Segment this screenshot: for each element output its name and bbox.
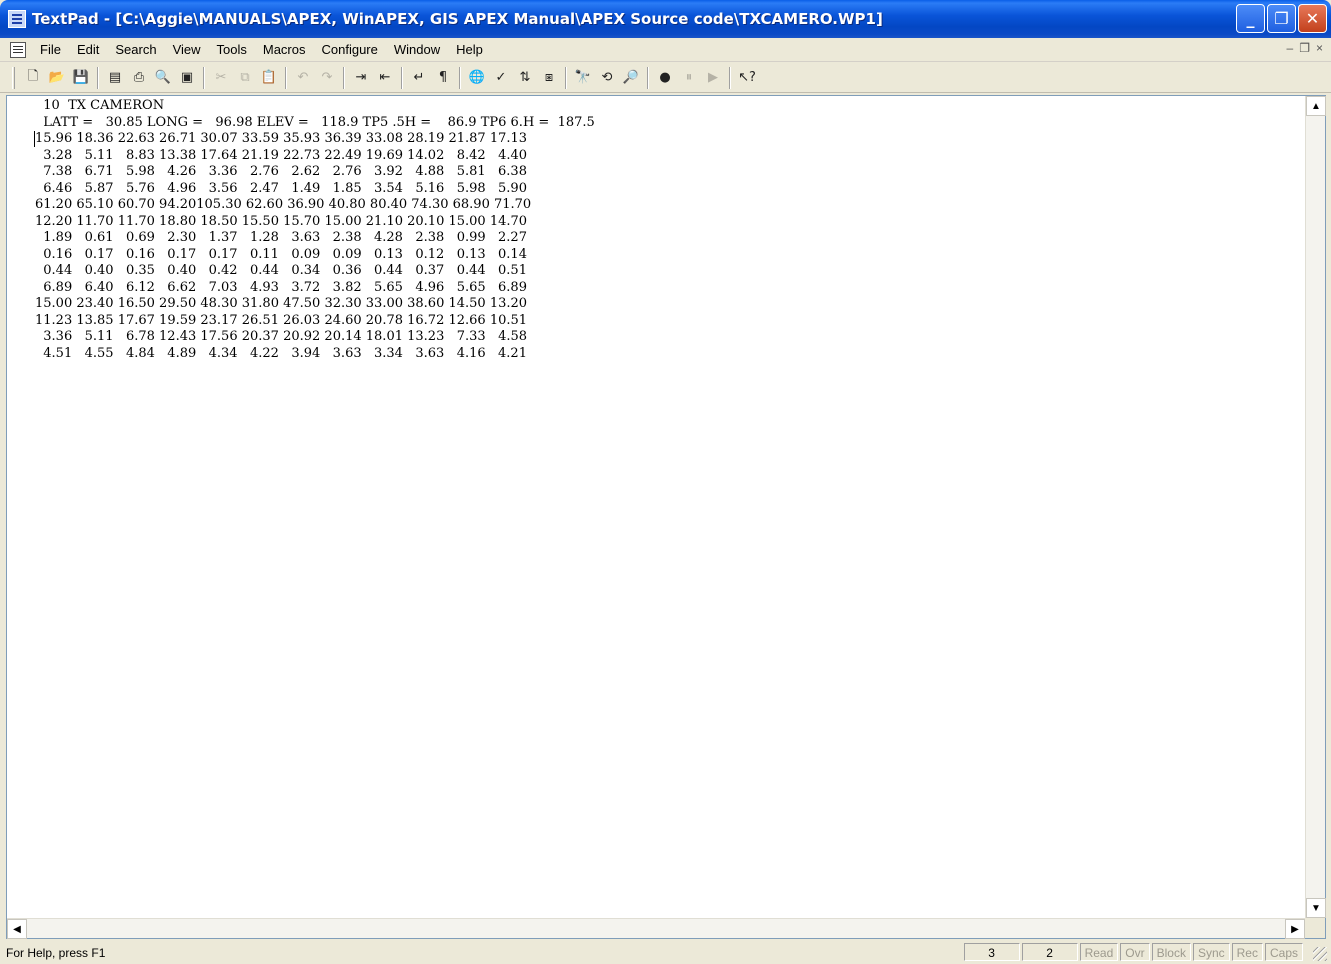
copy-icon[interactable]: ⧉ bbox=[234, 67, 256, 89]
web-browser-icon[interactable]: 🌐 bbox=[466, 67, 488, 89]
toolbar-grip[interactable] bbox=[12, 66, 15, 89]
toolbar-separator bbox=[203, 66, 205, 89]
toolbar-separator bbox=[343, 66, 345, 89]
status-overwrite-flag: Ovr bbox=[1120, 943, 1150, 961]
text-editor[interactable]: 10 TX CAMERON LATT = 30.85 LONG = 96.98 … bbox=[7, 96, 1305, 918]
redo-icon[interactable]: ↷ bbox=[316, 67, 338, 89]
status-column-number: 2 bbox=[1021, 943, 1078, 961]
doc-restore-button[interactable]: ❐ bbox=[1299, 41, 1310, 55]
toolbar: 🗋 📂 💾 ▤ ⎙ 🔍 ▣ ✂ ⧉ 📋 ↶ ↷ ⇥ ⇤ ↵ ¶ 🌐 ✓ ⇅ ⧆ 🔭 ⟲ 🔎 ● ⏸ ▶ ↖? bbox=[0, 63, 1331, 93]
toolbar-separator bbox=[97, 66, 99, 89]
toolbar-separator bbox=[729, 66, 731, 89]
find-icon[interactable]: 🔭 bbox=[572, 67, 594, 89]
find-in-files-icon[interactable]: 🔎 bbox=[620, 67, 642, 89]
paste-icon[interactable]: 📋 bbox=[258, 67, 280, 89]
editor-line: 0.44 0.40 0.35 0.40 0.42 0.44 0.34 0.36 … bbox=[35, 263, 527, 278]
play-macro-icon[interactable]: ▶ bbox=[702, 67, 724, 89]
editor-line: 6.46 5.87 5.76 4.96 3.56 2.47 1.49 1.85 … bbox=[35, 180, 527, 196]
textpad-app-icon[interactable] bbox=[8, 10, 26, 28]
scrollbar-corner bbox=[1305, 918, 1325, 938]
compare-icon[interactable]: ⧆ bbox=[538, 67, 560, 89]
status-record-flag: Rec bbox=[1231, 943, 1263, 961]
menu-edit[interactable]: Edit bbox=[69, 40, 107, 60]
open-file-icon[interactable]: 📂 bbox=[46, 67, 68, 89]
status-block-flag: Block bbox=[1151, 943, 1191, 961]
status-bar: For Help, press F1 3 2 Read Ovr Block Sy… bbox=[0, 941, 1331, 964]
print-icon[interactable]: ⎙ bbox=[128, 67, 150, 89]
toolbar-separator bbox=[401, 66, 403, 89]
editor-line: 0.16 0.17 0.16 0.17 0.17 0.11 0.09 0.09 … bbox=[35, 246, 527, 262]
editor-line: 15.00 23.40 16.50 29.50 48.30 31.80 47.5… bbox=[35, 296, 528, 311]
page-setup-icon[interactable]: ▣ bbox=[176, 67, 198, 89]
editor-frame: 10 TX CAMERON LATT = 30.85 LONG = 96.98 … bbox=[6, 95, 1326, 939]
editor-line: 10 TX CAMERON bbox=[35, 98, 165, 113]
scroll-left-button[interactable]: ◀ bbox=[7, 919, 27, 939]
editor-line: 6.89 6.40 6.12 6.62 7.03 4.93 3.72 3.82 … bbox=[35, 279, 527, 295]
new-file-icon[interactable]: 🗋 bbox=[22, 67, 44, 89]
undo-icon[interactable]: ↶ bbox=[292, 67, 314, 89]
window-controls: _ ❐ ✕ bbox=[1236, 4, 1327, 33]
print-preview-icon[interactable]: 🔍 bbox=[152, 67, 174, 89]
doc-close-button[interactable]: × bbox=[1316, 41, 1323, 55]
spelling-icon[interactable]: ✓ bbox=[490, 67, 512, 89]
menu-help[interactable]: Help bbox=[448, 40, 491, 60]
scroll-down-button[interactable]: ▼ bbox=[1306, 898, 1326, 918]
doc-minimize-button[interactable]: – bbox=[1287, 41, 1294, 55]
save-all-icon[interactable]: ▤ bbox=[104, 67, 126, 89]
editor-line: 11.23 13.85 17.67 19.59 23.17 26.51 26.0… bbox=[35, 312, 528, 328]
toolbar-separator bbox=[285, 66, 287, 89]
menu-tools[interactable]: Tools bbox=[209, 40, 255, 60]
text-cursor bbox=[34, 131, 35, 147]
editor-line: 7.38 6.71 5.98 4.26 3.36 2.76 2.62 2.76 … bbox=[35, 164, 527, 179]
menu-window[interactable]: Window bbox=[386, 40, 448, 60]
minimize-button[interactable]: _ bbox=[1236, 4, 1265, 33]
replace-icon[interactable]: ⟲ bbox=[596, 67, 618, 89]
save-icon[interactable]: 💾 bbox=[70, 67, 92, 89]
title-bar[interactable]: TextPad - [C:\Aggie\MANUALS\APEX, WinAPE… bbox=[0, 0, 1331, 38]
editor-line: 12.20 11.70 11.70 18.80 18.50 15.50 15.7… bbox=[35, 213, 528, 229]
editor-line: 4.51 4.55 4.84 4.89 4.34 4.22 3.94 3.63 … bbox=[35, 345, 527, 361]
status-panes: 3 2 Read Ovr Block Sync Rec Caps bbox=[963, 943, 1303, 961]
menu-file[interactable]: File bbox=[32, 40, 69, 60]
vertical-scrollbar[interactable]: ▲ ▼ bbox=[1305, 96, 1326, 918]
scroll-right-button[interactable]: ▶ bbox=[1285, 919, 1305, 939]
menu-view[interactable]: View bbox=[165, 40, 209, 60]
status-read-flag: Read bbox=[1079, 943, 1119, 961]
editor-line: 61.20 65.10 60.70 94.20105.30 62.60 36.9… bbox=[35, 197, 532, 212]
editor-line: 3.36 5.11 6.78 12.43 17.56 20.37 20.92 2… bbox=[35, 329, 528, 344]
editor-line: 3.28 5.11 8.83 13.38 17.64 21.19 22.73 2… bbox=[35, 147, 528, 163]
toolbar-separator bbox=[459, 66, 461, 89]
context-help-icon[interactable]: ↖? bbox=[736, 67, 758, 89]
editor-line: 1.89 0.61 0.69 2.30 1.37 1.28 3.63 2.38 … bbox=[35, 230, 527, 245]
close-button[interactable]: ✕ bbox=[1298, 4, 1327, 33]
status-help-text: For Help, press F1 bbox=[6, 945, 106, 960]
resize-grip[interactable] bbox=[1313, 947, 1327, 961]
document-icon[interactable] bbox=[10, 41, 26, 58]
horizontal-scrollbar[interactable]: ◀ ▶ bbox=[7, 918, 1305, 939]
sort-icon[interactable]: ⇅ bbox=[514, 67, 536, 89]
editor-line: LATT = 30.85 LONG = 96.98 ELEV = 118.9 T… bbox=[35, 114, 595, 130]
scroll-up-button[interactable]: ▲ bbox=[1306, 96, 1326, 116]
pause-macro-icon[interactable]: ⏸ bbox=[678, 67, 700, 89]
record-macro-icon[interactable]: ● bbox=[654, 67, 676, 89]
indent-icon[interactable]: ⇥ bbox=[350, 67, 372, 89]
cut-icon[interactable]: ✂ bbox=[210, 67, 232, 89]
status-sync-flag: Sync bbox=[1192, 943, 1230, 961]
editor-line: 15.96 18.36 22.63 26.71 30.07 33.59 35.9… bbox=[35, 131, 528, 146]
maximize-button[interactable]: ❐ bbox=[1267, 4, 1296, 33]
status-line-number: 3 bbox=[963, 943, 1020, 961]
status-caps-flag: Caps bbox=[1264, 943, 1303, 961]
menu-macros[interactable]: Macros bbox=[255, 40, 314, 60]
menu-search[interactable]: Search bbox=[107, 40, 164, 60]
word-wrap-icon[interactable]: ↵ bbox=[408, 67, 430, 89]
document-window-controls: – ❐ × bbox=[1287, 41, 1323, 55]
toolbar-separator bbox=[565, 66, 567, 89]
menu-bar: File Edit Search View Tools Macros Confi… bbox=[0, 38, 1331, 62]
menu-configure[interactable]: Configure bbox=[314, 40, 386, 60]
outdent-icon[interactable]: ⇤ bbox=[374, 67, 396, 89]
visible-spaces-icon[interactable]: ¶ bbox=[432, 67, 454, 89]
window-title: TextPad - [C:\Aggie\MANUALS\APEX, WinAPE… bbox=[32, 10, 883, 28]
toolbar-separator bbox=[647, 66, 649, 89]
